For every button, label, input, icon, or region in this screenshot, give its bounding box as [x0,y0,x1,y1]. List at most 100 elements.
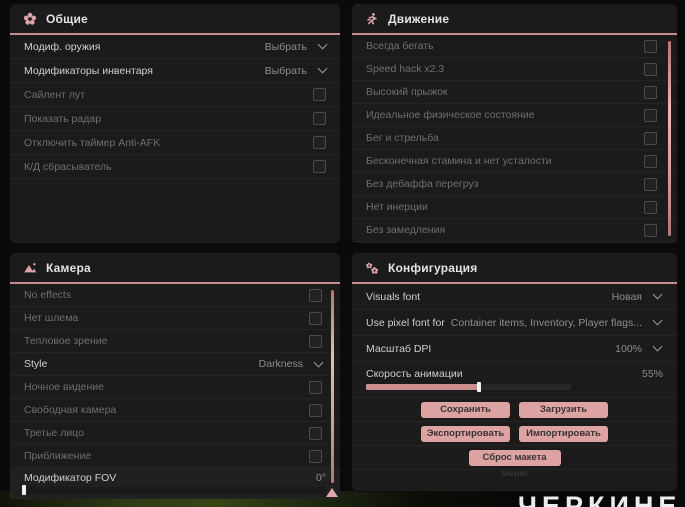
row-third-person[interactable]: Третье лицо [10,422,340,445]
fov-slider-track[interactable] [22,485,326,495]
row-label: Идеальное физическое состояние [366,109,535,121]
watermark-text: ЧЕРКИНЕ [518,491,682,507]
chevron-down-icon [313,357,324,367]
row-disable-afk-timer[interactable]: Отключить таймер Anti-AFK [10,131,340,155]
row-label: Без дебаффа перегруз [366,178,479,190]
save-button[interactable]: Сохранить [421,401,510,418]
checkbox[interactable] [644,177,657,191]
dropdown-value: 100% [615,342,642,355]
row-no-overload-debuff[interactable]: Без дебаффа перегруз [352,173,677,196]
row-no-effects[interactable]: No effects [10,284,340,307]
row-infinite-stamina[interactable]: Бесконечная стамина и нет усталости [352,150,677,173]
row-high-jump[interactable]: Высокий прыжок [352,81,677,104]
dropdown-value: Darkness [258,358,303,370]
panel-movement-header[interactable]: Движение [352,4,677,35]
row-no-helmet[interactable]: Нет шлема [10,307,340,330]
animation-speed-row[interactable]: Скорость анимации 55% [352,362,677,398]
panel-config-header[interactable]: Конфигурация [352,253,677,284]
row-silent-loot[interactable]: Сайлент лут [10,83,340,107]
row-label: No effects [24,289,72,301]
row-free-camera[interactable]: Свободная камера [10,399,340,422]
checkbox[interactable] [309,449,322,463]
panel-movement: Движение Всегда бегать Speed hack x2.3 В… [352,4,677,243]
row-kd-reset[interactable]: К/Д сбрасыватель [10,155,340,179]
row-label: Третье лицо [24,427,84,439]
checkbox[interactable] [313,160,326,173]
load-button[interactable]: Загрузить [519,401,608,418]
row-speed-hack[interactable]: Speed hack x2.3 [352,58,677,81]
checkbox[interactable] [644,154,657,168]
row-perfect-condition[interactable]: Идеальное физическое состояние [352,104,677,127]
row-visuals-font[interactable]: Visuals font Новая [352,284,677,310]
checkbox[interactable] [644,39,657,53]
checkbox[interactable] [313,136,326,149]
panel-camera-header[interactable]: Камера [10,253,340,284]
row-label: Модиф. оружия [24,40,101,53]
scrollbar[interactable] [668,41,671,236]
checkbox[interactable] [644,223,657,237]
fov-slider-row[interactable]: Модификатор FOV 0° [10,468,340,499]
row-inventory-mods[interactable]: Модификаторы инвентаря Выбрать [10,59,340,83]
animation-speed-thumb[interactable] [476,382,481,392]
row-dpi-scale[interactable]: Масштаб DPI 100% [352,336,677,362]
checkbox[interactable] [644,62,657,76]
row-no-slowdown[interactable]: Без замедления [352,219,677,242]
pixel-font-dropdown[interactable]: Container items, Inventory, Player flags… [450,315,663,329]
checkbox[interactable] [644,85,657,99]
row-style[interactable]: Style Darkness [10,353,340,376]
row-night-vision[interactable]: Ночное видение [10,376,340,399]
row-no-inertia[interactable]: Нет инерции [352,196,677,219]
checkbox[interactable] [309,426,322,440]
inventory-mods-dropdown[interactable]: Выбрать [265,63,328,77]
panel-title: Конфигурация [388,260,478,275]
row-label: Модификатор FOV [24,472,117,484]
row-label: Бег и стрельба [366,132,439,144]
row-label: Use pixel font for [366,316,445,329]
dpi-scale-dropdown[interactable]: 100% [615,341,663,355]
export-button[interactable]: Экспортировать [421,425,510,442]
checkbox[interactable] [309,288,322,302]
checkbox[interactable] [644,131,657,145]
style-dropdown[interactable]: Darkness [258,357,324,370]
checkbox[interactable] [309,311,322,325]
row-label: Visuals font [366,290,421,303]
checkbox[interactable] [309,334,322,348]
panel-general-header[interactable]: Общие [10,4,340,35]
row-always-run[interactable]: Всегда бегать [352,35,677,58]
checkbox[interactable] [309,403,322,417]
row-weapon-mods[interactable]: Модиф. оружия Выбрать [10,35,340,59]
scrollbar[interactable] [331,290,334,483]
checkbox[interactable] [309,380,322,394]
reset-menu-layout-button[interactable]: Сброс макета меню [468,449,561,479]
row-label: Сайлент лут [24,88,86,101]
row-label: Всегда бегать [366,40,434,52]
visuals-font-dropdown[interactable]: Новая [611,289,663,303]
fov-value: 0° [315,472,326,484]
row-label: Приближение [24,450,92,462]
panel-title: Движение [388,11,450,26]
weapon-mods-dropdown[interactable]: Выбрать [264,39,328,53]
import-button[interactable]: Импортировать [519,425,608,442]
checkbox[interactable] [313,112,326,125]
checkbox[interactable] [644,200,657,214]
panel-general: Общие Модиф. оружия Выбрать Модификаторы… [10,4,340,243]
chevron-down-icon [652,289,663,300]
row-pixel-font[interactable]: Use pixel font for Container items, Inve… [352,310,677,336]
panel-camera: Камера No effects Нет шлема Тепловое зре… [10,253,340,499]
row-label: Без замедления [366,224,446,236]
row-run-and-shoot[interactable]: Бег и стрельба [352,127,677,150]
row-label: Нет шлема [24,312,79,324]
row-zoom[interactable]: Приближение [10,445,340,468]
animation-speed-track[interactable] [366,382,571,392]
dropdown-value: Container items, Inventory, Player flags… [450,316,642,329]
row-label: Скорость анимации [366,367,463,380]
row-thermal-vision[interactable]: Тепловое зрение [10,330,340,353]
dropdown-value: Выбрать [264,40,307,53]
animation-speed-value: 55% [641,367,663,380]
resize-grip[interactable] [326,488,338,497]
fov-slider-thumb[interactable] [22,485,26,495]
dropdown-value: Новая [611,290,642,303]
row-show-radar[interactable]: Показать радар [10,107,340,131]
checkbox[interactable] [313,88,326,101]
checkbox[interactable] [644,108,657,122]
